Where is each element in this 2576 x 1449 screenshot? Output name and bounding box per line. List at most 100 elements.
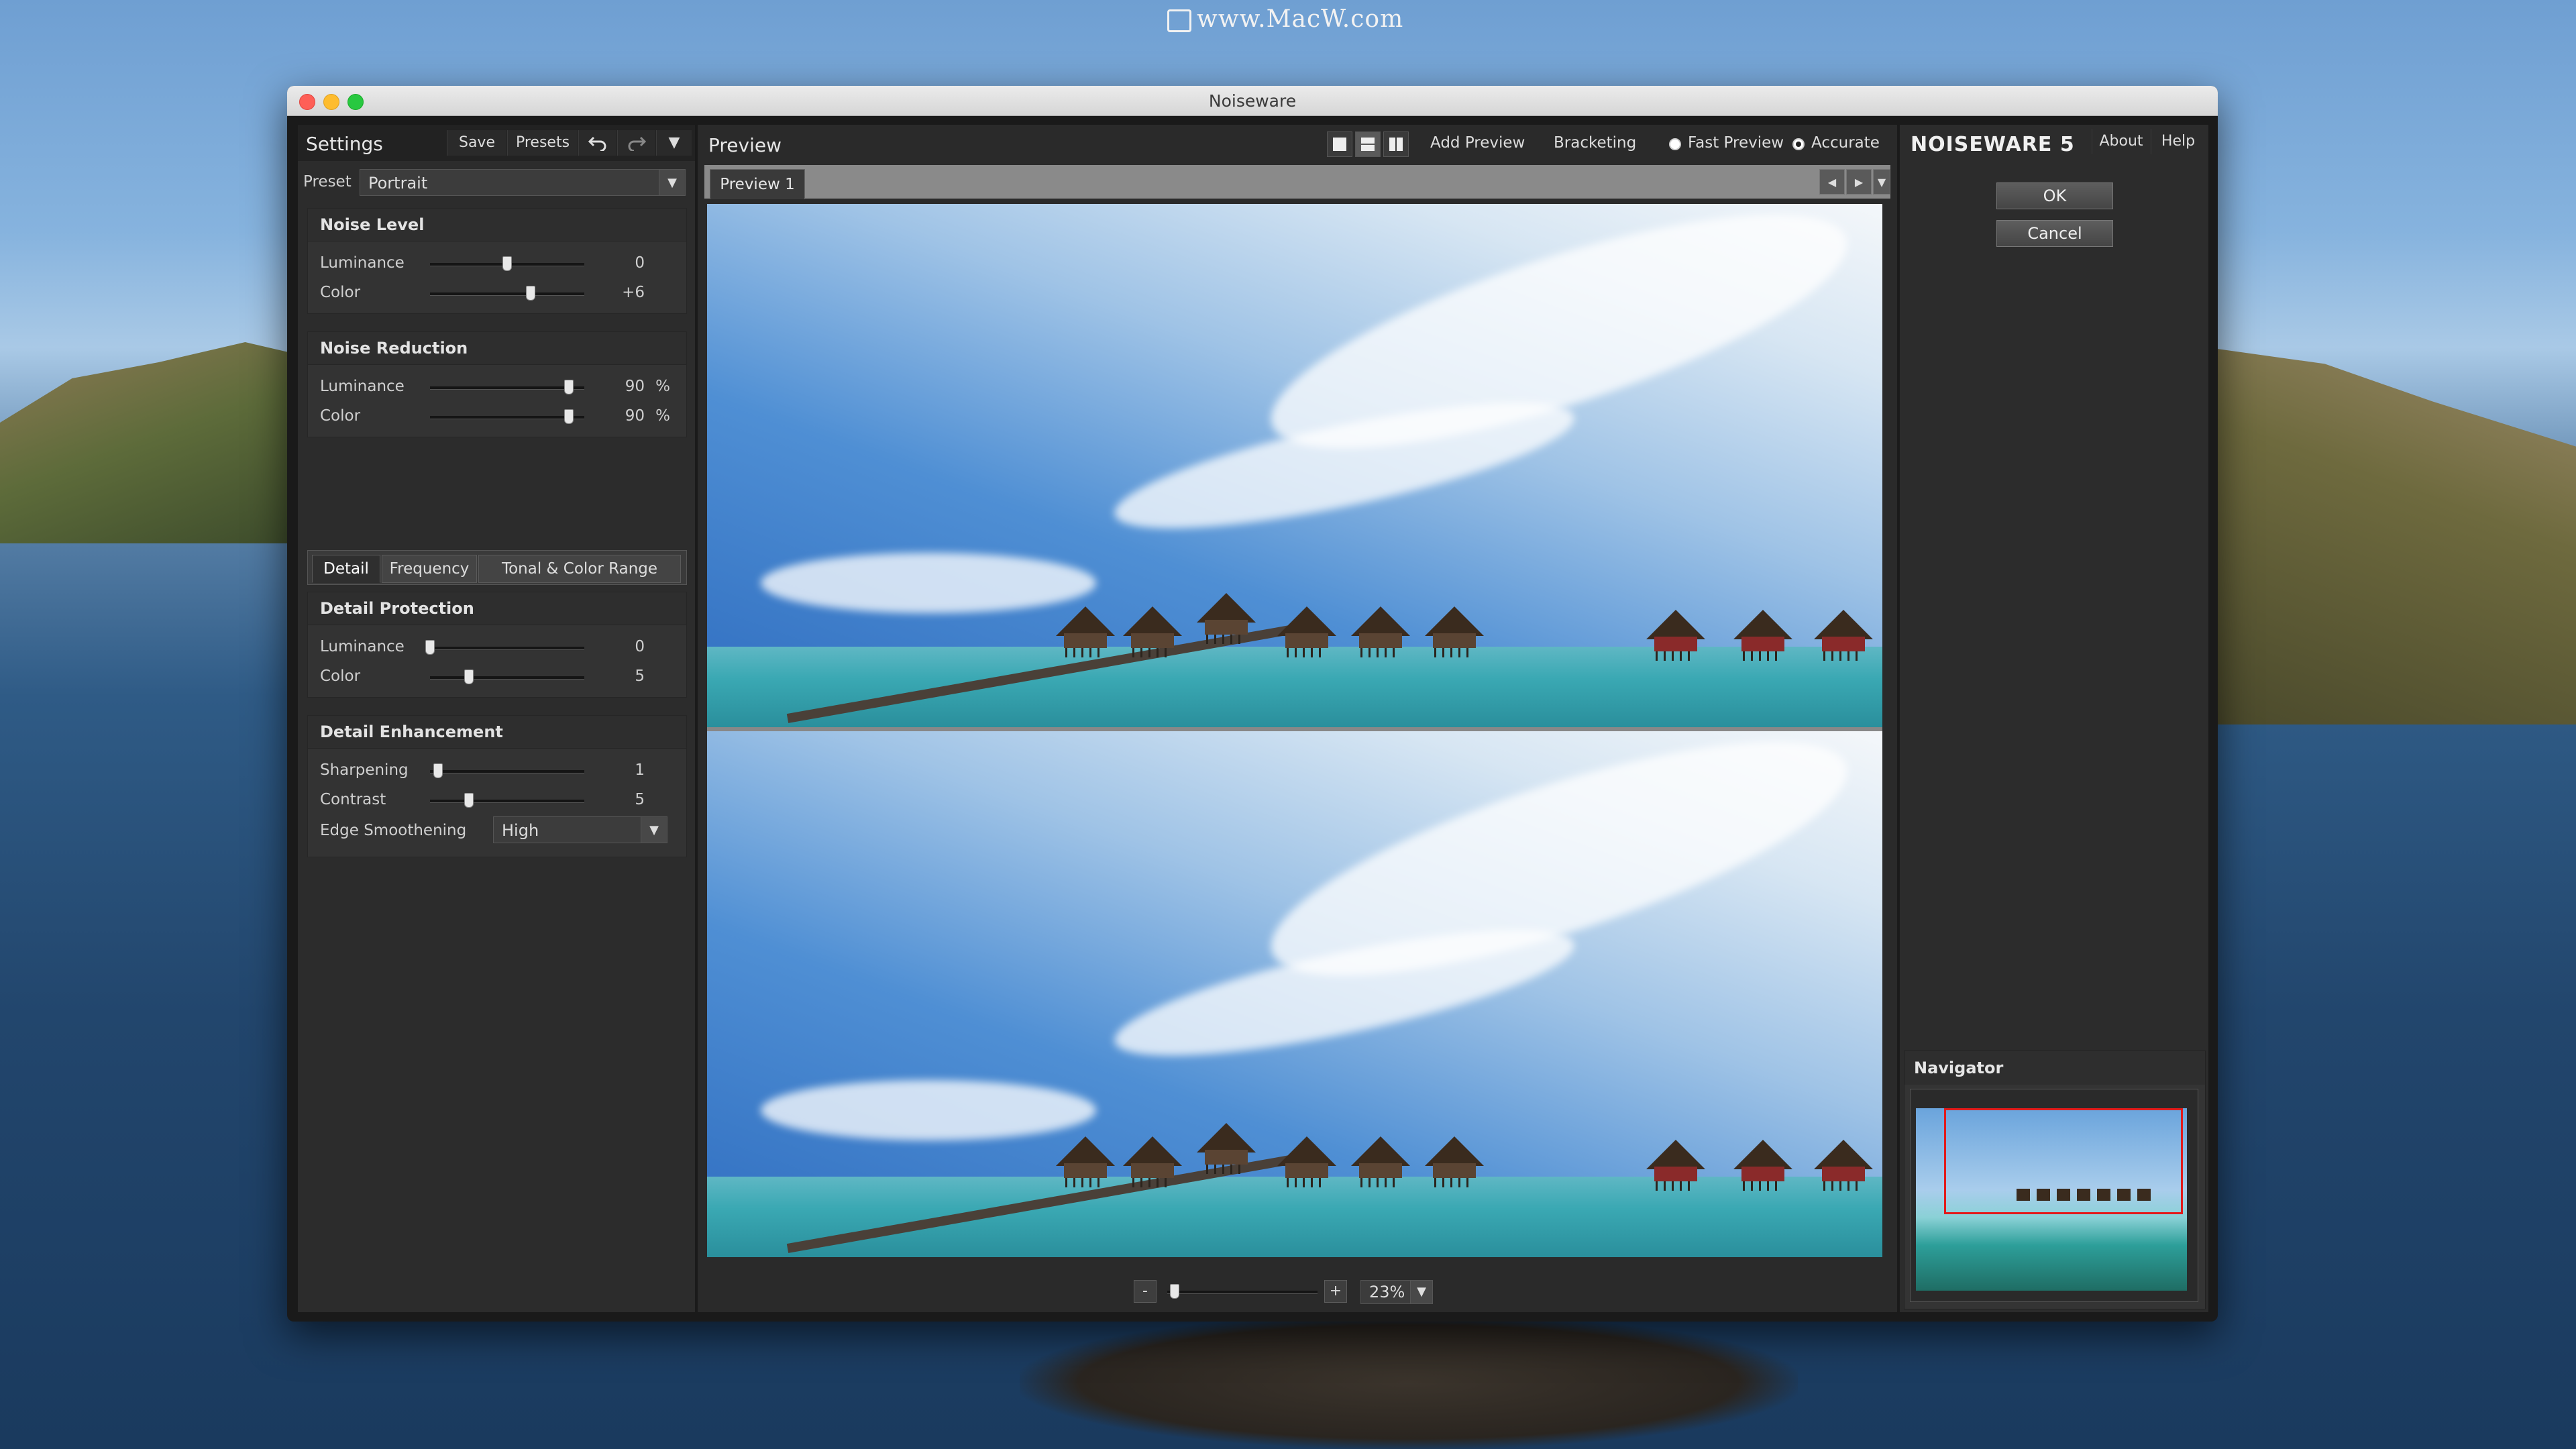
noise-level-luminance-slider[interactable] — [430, 256, 584, 271]
slider-thumb[interactable] — [502, 256, 512, 271]
bracketing-button[interactable]: Bracketing — [1554, 134, 1636, 152]
detail-protection-color-slider[interactable] — [430, 669, 584, 684]
save-button[interactable]: Save — [447, 130, 506, 156]
split-horizontal-view-button[interactable] — [1355, 131, 1381, 157]
detail-protection-luminance-slider[interactable] — [425, 640, 584, 655]
redo-button[interactable] — [617, 130, 655, 156]
ok-button[interactable]: OK — [1996, 182, 2113, 209]
zoom-out-button[interactable]: - — [1134, 1280, 1157, 1303]
slider-thumb[interactable] — [564, 409, 574, 424]
slider-label: Sharpening — [320, 761, 409, 779]
noise-level-group: Noise Level Luminance 0 Color +6 — [307, 208, 687, 314]
app-window: Noiseware Settings Save Presets ▼ Preset… — [287, 86, 2218, 1322]
edge-smoothing-select[interactable]: High ▼ — [493, 816, 667, 843]
slider-unit: % — [655, 378, 670, 395]
chevron-down-icon: ▼ — [668, 134, 680, 151]
sea-shape — [707, 647, 1882, 727]
navigator-viewport-box[interactable] — [1944, 1108, 2183, 1214]
preview-result-pane[interactable] — [707, 731, 1882, 1257]
detail-protection-luminance-row: Luminance 0 — [308, 633, 686, 662]
tab-tonal-color-range[interactable]: Tonal & Color Range — [478, 555, 681, 583]
contrast-row: Contrast 5 — [308, 786, 686, 815]
about-button[interactable]: About — [2092, 129, 2150, 154]
noise-level-color-slider[interactable] — [430, 286, 584, 301]
preset-label: Preset — [303, 173, 352, 191]
chevron-down-icon: ▼ — [641, 817, 667, 843]
edge-smoothing-label: Edge Smoothening — [320, 822, 467, 839]
slider-value: 0 — [635, 638, 645, 655]
navigator-thumbnail[interactable] — [1916, 1108, 2187, 1291]
preview-original-pane[interactable] — [707, 204, 1882, 727]
noise-level-luminance-row: Luminance 0 — [308, 249, 686, 278]
slider-thumb[interactable] — [433, 763, 443, 778]
chevron-down-icon: ▼ — [1877, 176, 1886, 189]
slider-value: 1 — [635, 761, 645, 779]
slider-value: 90 — [625, 378, 645, 395]
chevron-down-icon: ▼ — [659, 170, 685, 195]
fast-preview-radio[interactable] — [1669, 138, 1681, 150]
accurate-radio[interactable] — [1792, 138, 1805, 150]
chevron-left-icon: ◀ — [1827, 176, 1837, 189]
sharpening-slider[interactable] — [430, 763, 584, 778]
tab-frequency[interactable]: Frequency — [382, 555, 477, 583]
edge-smoothing-value: High — [502, 821, 539, 840]
coast-cliff-left — [0, 342, 288, 543]
noise-reduction-luminance-slider[interactable] — [430, 380, 584, 394]
noise-reduction-color-slider[interactable] — [430, 409, 584, 424]
noise-level-color-row: Color +6 — [308, 278, 686, 308]
zoom-select[interactable]: 23% ▼ — [1360, 1280, 1433, 1304]
navigator-panel: Navigator — [1904, 1051, 2206, 1309]
detail-protection-color-row: Color 5 — [308, 662, 686, 692]
slider-value: 0 — [635, 254, 645, 272]
coast-cliff-right — [2217, 349, 2576, 724]
split-horizontal-icon — [1361, 138, 1375, 151]
contrast-slider[interactable] — [430, 793, 584, 808]
title-bar: Noiseware — [287, 86, 2218, 116]
preview-menu-button[interactable]: ▼ — [1873, 169, 1890, 195]
preset-value: Portrait — [368, 174, 428, 193]
accurate-label: Accurate — [1811, 134, 1880, 152]
noise-level-title: Noise Level — [308, 209, 686, 241]
watermark: www.MacW.com — [1167, 5, 1403, 33]
settings-title: Settings — [306, 133, 383, 155]
slider-unit: % — [655, 407, 670, 425]
cancel-button[interactable]: Cancel — [1996, 220, 2113, 247]
split-vertical-icon — [1389, 138, 1403, 151]
brand-logo: NOISEWARE 5 — [1911, 133, 2075, 156]
slider-thumb[interactable] — [464, 793, 474, 808]
zoom-slider[interactable] — [1167, 1284, 1318, 1299]
slider-value: 5 — [635, 667, 645, 685]
help-button[interactable]: Help — [2151, 129, 2205, 154]
preset-select[interactable]: Portrait ▼ — [360, 169, 686, 196]
tab-detail[interactable]: Detail — [312, 555, 380, 583]
add-preview-button[interactable]: Add Preview — [1430, 134, 1525, 152]
split-vertical-view-button[interactable] — [1383, 131, 1409, 157]
preview-panel: Preview Add Preview Bracketing Fast Prev… — [698, 125, 1897, 1312]
settings-menu-button[interactable]: ▼ — [656, 130, 692, 156]
chevron-right-icon: ▶ — [1854, 176, 1864, 189]
prev-preview-button[interactable]: ◀ — [1819, 169, 1845, 195]
undo-button[interactable] — [578, 130, 616, 156]
slider-label: Luminance — [320, 254, 405, 272]
detail-enhancement-title: Detail Enhancement — [308, 716, 686, 749]
slider-thumb[interactable] — [1170, 1284, 1180, 1299]
zoom-in-button[interactable]: + — [1324, 1280, 1347, 1303]
slider-thumb[interactable] — [525, 286, 535, 301]
tab-preview-1[interactable]: Preview 1 — [710, 169, 805, 199]
preset-row: Preset Portrait ▼ — [298, 166, 695, 197]
slider-thumb[interactable] — [564, 380, 574, 394]
slider-thumb[interactable] — [464, 669, 474, 684]
sharpening-row: Sharpening 1 — [308, 756, 686, 786]
fast-preview-label: Fast Preview — [1688, 134, 1784, 152]
preview-title: Preview — [708, 134, 782, 156]
noise-reduction-title: Noise Reduction — [308, 332, 686, 365]
monitor-icon — [1167, 9, 1191, 32]
slider-thumb[interactable] — [425, 640, 435, 655]
cloud-shape — [761, 1080, 1096, 1140]
slider-value: 90 — [625, 407, 645, 425]
presets-button[interactable]: Presets — [507, 130, 578, 156]
detail-protection-title: Detail Protection — [308, 592, 686, 625]
slider-label: Color — [320, 407, 361, 425]
next-preview-button[interactable]: ▶ — [1846, 169, 1872, 195]
single-view-button[interactable] — [1327, 131, 1352, 157]
